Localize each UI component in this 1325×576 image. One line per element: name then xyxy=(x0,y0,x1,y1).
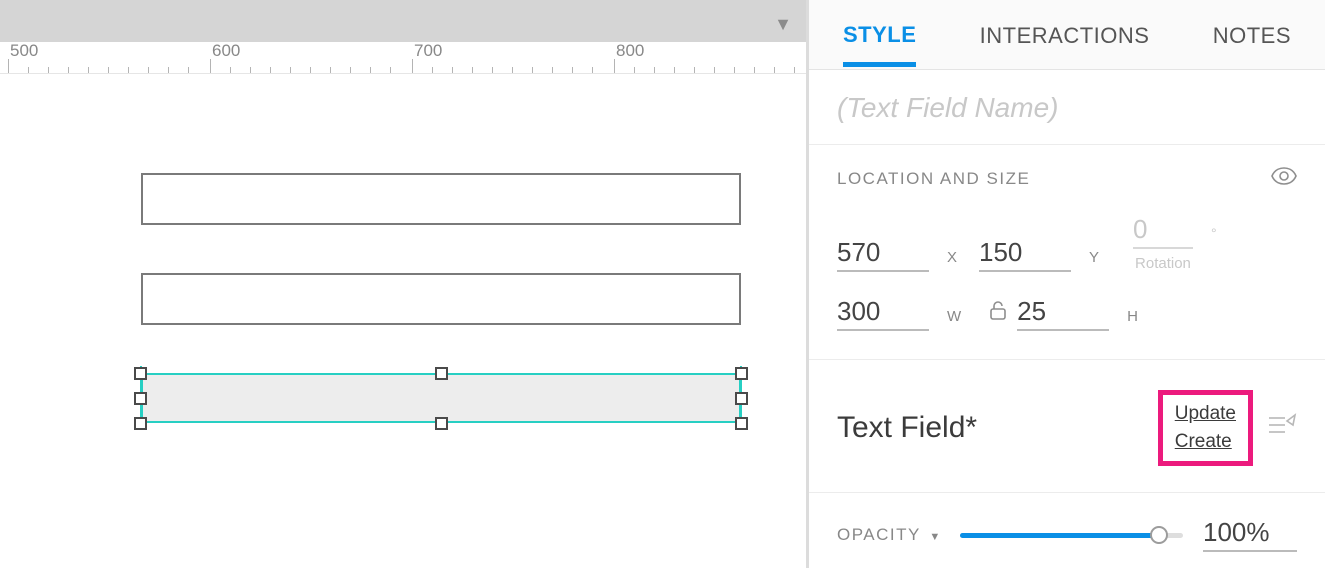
resize-handle[interactable] xyxy=(435,417,448,430)
resize-handle[interactable] xyxy=(134,417,147,430)
location-size-section: LOCATION AND SIZE 570 X 150 Y 0 ° xyxy=(809,145,1325,360)
opacity-label[interactable]: OPACITY ▼ xyxy=(837,525,940,545)
widget-rectangle[interactable] xyxy=(141,273,741,325)
rotation-label: Rotation xyxy=(1135,255,1191,272)
manage-styles-icon[interactable] xyxy=(1267,413,1297,444)
widget-name-field[interactable]: (Text Field Name) xyxy=(809,70,1325,145)
height-label: H xyxy=(1127,308,1138,331)
resize-handle[interactable] xyxy=(735,417,748,430)
ruler-label: 500 xyxy=(10,42,38,61)
tab-notes[interactable]: NOTES xyxy=(1213,3,1291,67)
ruler-label: 700 xyxy=(414,42,442,61)
rotation-value[interactable]: 0 xyxy=(1133,214,1193,249)
section-title: LOCATION AND SIZE xyxy=(837,169,1030,189)
create-style-link[interactable]: Create xyxy=(1175,431,1236,453)
horizontal-ruler: 500 600 700 800 xyxy=(0,42,806,74)
dropdown-icon[interactable]: ▼ xyxy=(774,14,792,35)
y-field[interactable]: 150 Y xyxy=(979,237,1107,272)
resize-handle[interactable] xyxy=(134,367,147,380)
widget-rectangle[interactable] xyxy=(141,173,741,225)
resize-handle[interactable] xyxy=(134,392,147,405)
resize-handle[interactable] xyxy=(435,367,448,380)
panel-tabs: STYLE INTERACTIONS NOTES xyxy=(809,0,1325,70)
widget-name-placeholder: (Text Field Name) xyxy=(837,92,1058,123)
tab-style[interactable]: STYLE xyxy=(843,2,916,67)
canvas-top-bar: ▼ xyxy=(0,0,806,42)
opacity-value[interactable]: 100% xyxy=(1203,517,1297,552)
height-field[interactable]: 25 H xyxy=(1017,296,1146,331)
width-field[interactable]: 300 W xyxy=(837,296,969,331)
opacity-row: OPACITY ▼ 100% xyxy=(809,493,1325,576)
update-style-link[interactable]: Update xyxy=(1175,403,1236,425)
resize-handle[interactable] xyxy=(735,367,748,380)
visibility-icon[interactable] xyxy=(1271,167,1297,190)
x-value[interactable]: 570 xyxy=(837,237,929,272)
opacity-slider[interactable] xyxy=(960,525,1183,545)
ruler-label: 600 xyxy=(212,42,240,61)
slider-thumb[interactable] xyxy=(1150,526,1168,544)
y-value[interactable]: 150 xyxy=(979,237,1071,272)
lock-aspect-icon[interactable] xyxy=(989,300,1007,325)
highlighted-actions: Update Create xyxy=(1158,390,1253,466)
selected-text-field[interactable] xyxy=(141,373,741,423)
tab-interactions[interactable]: INTERACTIONS xyxy=(980,3,1150,67)
width-value[interactable]: 300 xyxy=(837,296,929,331)
x-field[interactable]: 570 X xyxy=(837,237,965,272)
dropdown-arrow-icon[interactable]: ▼ xyxy=(929,531,940,543)
ruler-label: 800 xyxy=(616,42,644,61)
canvas[interactable]: ▼ 500 600 700 800 xyxy=(0,0,806,568)
width-label: W xyxy=(947,308,961,331)
widget-type-label: Text Field* xyxy=(837,411,977,445)
resize-handle[interactable] xyxy=(735,392,748,405)
inspector-panel: STYLE INTERACTIONS NOTES (Text Field Nam… xyxy=(806,0,1325,568)
height-value[interactable]: 25 xyxy=(1017,296,1109,331)
rotation-field[interactable]: 0 ° Rotation xyxy=(1133,214,1217,272)
x-label: X xyxy=(947,249,957,272)
widget-type-row: Text Field* Update Create xyxy=(809,360,1325,493)
y-label: Y xyxy=(1089,249,1099,272)
degree-symbol: ° xyxy=(1211,225,1217,249)
